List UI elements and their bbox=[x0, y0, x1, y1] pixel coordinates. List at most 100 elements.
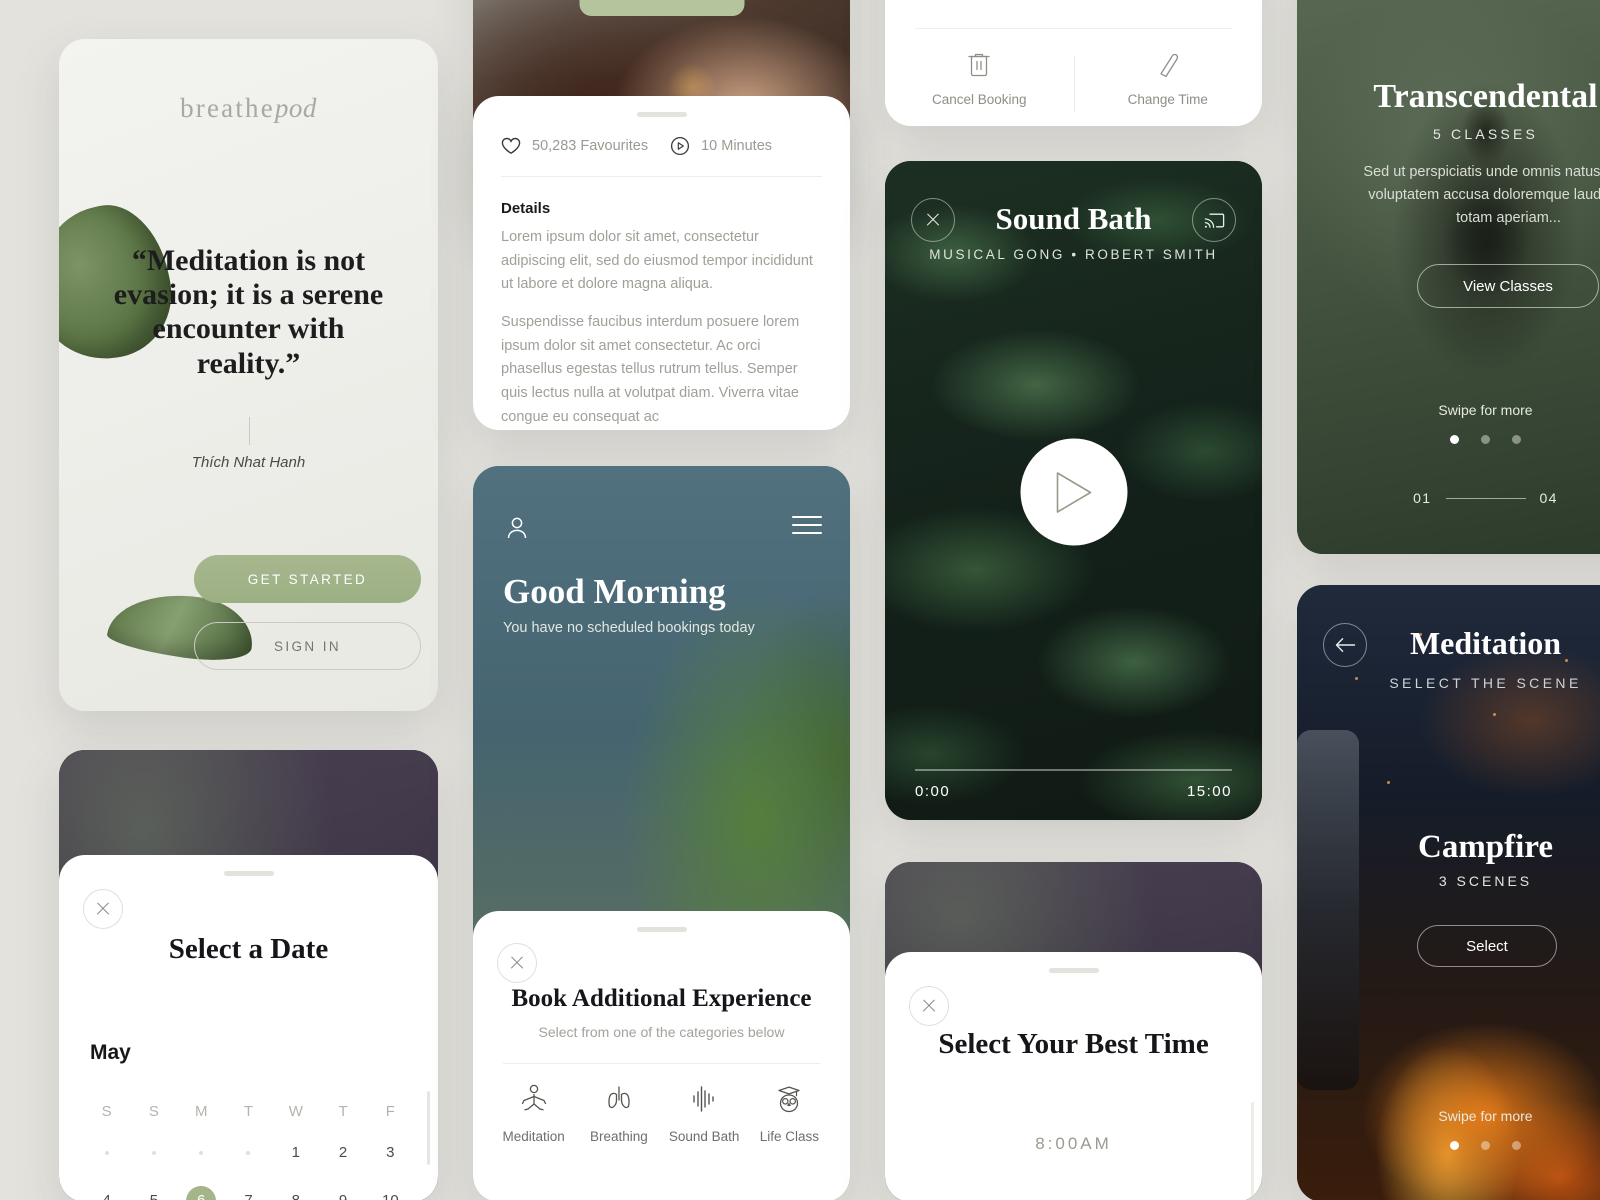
calendar-day[interactable]: 9 bbox=[319, 1186, 366, 1200]
scene-count: 3 SCENES bbox=[1438, 873, 1533, 889]
category-label: Sound Bath bbox=[668, 1129, 740, 1144]
player-time-total: 15:00 bbox=[1186, 783, 1232, 800]
change-time-action[interactable]: Change Time bbox=[1073, 50, 1263, 112]
sheet-grabber[interactable] bbox=[223, 871, 274, 876]
actions-row: Cancel Booking Change Time bbox=[885, 50, 1263, 112]
scene-swipe-label: Swipe for more bbox=[1438, 1108, 1533, 1124]
play-button[interactable] bbox=[1020, 438, 1127, 546]
calendar-day[interactable]: 5 bbox=[130, 1186, 177, 1200]
calendar-month-label: May bbox=[90, 1041, 131, 1064]
transcendental-class-count: 5 CLASSES bbox=[1432, 126, 1539, 142]
scene-page-subtitle: SELECT THE SCENE bbox=[1389, 675, 1582, 691]
quote-divider bbox=[248, 417, 250, 445]
category-row: Meditation Breathing Sound Bath Life Cla… bbox=[491, 1083, 832, 1144]
player-progress-track[interactable] bbox=[915, 769, 1232, 771]
calendar-grid: SSMTWTF123456789101112131415161718192021… bbox=[83, 1103, 414, 1200]
time-sheet: Select Your Best Time 8:00AM bbox=[885, 952, 1262, 1200]
selected-time-value[interactable]: 8:00AM bbox=[885, 1134, 1262, 1154]
home-good-morning-card: Good Morning You have no scheduled booki… bbox=[473, 466, 850, 1200]
transcendental-title: Transcendental bbox=[1373, 78, 1598, 115]
pagination-dot[interactable] bbox=[1481, 1141, 1490, 1150]
book-experience-sheet: Book Additional Experience Select from o… bbox=[473, 911, 850, 1200]
pencil-icon bbox=[1160, 53, 1178, 78]
book-button[interactable]: BOOK bbox=[579, 0, 744, 16]
details-paragraph-2: Suspendisse faucibus interdum posuere lo… bbox=[501, 314, 800, 425]
pagination-dot[interactable] bbox=[1512, 435, 1521, 444]
details-heading: Details bbox=[501, 200, 551, 217]
play-circle-icon bbox=[671, 136, 690, 156]
cancel-booking-action[interactable]: Cancel Booking bbox=[885, 50, 1074, 107]
select-scene-button[interactable]: Select bbox=[1417, 925, 1557, 967]
calendar-day[interactable]: 7 bbox=[225, 1186, 272, 1200]
ember-spark bbox=[1387, 781, 1390, 784]
sound-wave-icon bbox=[693, 1086, 714, 1112]
sheet-grabber[interactable] bbox=[636, 112, 687, 117]
calendar-day-of-week: W bbox=[288, 1103, 303, 1120]
greeting-title: Good Morning bbox=[503, 572, 726, 611]
hamburger-menu-icon[interactable] bbox=[792, 516, 822, 536]
pagination-dot[interactable] bbox=[1481, 435, 1490, 444]
brand-name-first: breathe bbox=[180, 93, 275, 123]
pagination-dot[interactable] bbox=[1450, 1141, 1459, 1150]
close-icon bbox=[921, 998, 937, 1014]
category-breathing[interactable]: Breathing bbox=[576, 1083, 661, 1144]
counter-total: 04 bbox=[1539, 490, 1558, 506]
sheet-grabber[interactable] bbox=[1048, 968, 1099, 973]
duration-meta: 10 Minutes bbox=[670, 136, 772, 156]
details-paragraph-1: Lorem ipsum dolor sit amet, consectetur … bbox=[501, 229, 813, 293]
category-life-class[interactable]: Life Class bbox=[747, 1083, 832, 1144]
calendar-day[interactable]: 3 bbox=[367, 1138, 414, 1168]
meta-divider bbox=[501, 176, 822, 177]
action-label: Change Time bbox=[1127, 92, 1208, 107]
book-sheet-close-button[interactable] bbox=[497, 943, 537, 983]
transcendental-counter: 01 04 bbox=[1297, 490, 1600, 506]
time-close-button[interactable] bbox=[909, 986, 949, 1026]
ember-spark bbox=[1493, 713, 1496, 716]
calendar-sheet: Select a Date May SSMTWTF123456789101112… bbox=[59, 855, 438, 1200]
calendar-day[interactable]: 8 bbox=[272, 1186, 319, 1200]
experience-details-card: 50,283 Favourites 10 Minutes Details Lor… bbox=[473, 96, 850, 430]
select-date-card: Select a Date May SSMTWTF123456789101112… bbox=[59, 750, 438, 1200]
calendar-day[interactable]: 2 bbox=[319, 1138, 366, 1168]
scene-thumbnail-previous[interactable] bbox=[1297, 730, 1359, 1090]
welcome-screen-card: breathepod “Meditation is not evasion; i… bbox=[59, 39, 438, 711]
pagination-dot[interactable] bbox=[1450, 435, 1459, 444]
calendar-close-button[interactable] bbox=[83, 889, 123, 929]
view-classes-button[interactable]: View Classes bbox=[1417, 264, 1599, 308]
transcendental-pagination-dots bbox=[1297, 435, 1600, 444]
calendar-day-of-week: M bbox=[194, 1103, 208, 1120]
screenshot-stage: breathepod “Meditation is not evasion; i… bbox=[0, 0, 1600, 1200]
calendar-day[interactable]: 4 bbox=[83, 1186, 130, 1200]
calendar-empty-cell bbox=[130, 1138, 177, 1168]
actions-divider bbox=[915, 28, 1232, 29]
counter-current: 01 bbox=[1413, 490, 1432, 506]
calendar-empty-cell bbox=[225, 1138, 272, 1168]
calendar-day-selected[interactable]: 6 bbox=[178, 1186, 225, 1200]
sign-in-button[interactable]: SIGN IN bbox=[194, 622, 421, 670]
player-subtitle: MUSICAL GONG • ROBERT SMITH bbox=[929, 247, 1218, 262]
pagination-dot[interactable] bbox=[1512, 1141, 1521, 1150]
meditation-scene-card: Meditation SELECT THE SCENE Campfire 3 S… bbox=[1297, 585, 1600, 1200]
category-label: Life Class bbox=[759, 1129, 820, 1144]
get-started-button[interactable]: GET STARTED bbox=[194, 555, 421, 603]
quote-author: Thích Nhat Hanh bbox=[191, 454, 306, 471]
duration-value: 10 Minutes bbox=[701, 138, 773, 154]
category-meditation[interactable]: Meditation bbox=[491, 1083, 576, 1144]
favourites-meta: 50,283 Favourites bbox=[501, 137, 648, 155]
sheet-grabber[interactable] bbox=[636, 927, 687, 932]
player-time-elapsed: 0:00 bbox=[915, 783, 951, 800]
transcendental-swipe-label: Swipe for more bbox=[1438, 402, 1533, 418]
close-icon bbox=[509, 955, 525, 971]
counter-bar bbox=[1445, 497, 1526, 499]
experience-meta-row: 50,283 Favourites 10 Minutes bbox=[501, 136, 822, 156]
calendar-day-of-week: T bbox=[243, 1103, 254, 1120]
greeting-subtitle: You have no scheduled bookings today bbox=[503, 620, 755, 636]
sound-bath-player-card: Sound Bath MUSICAL GONG • ROBERT SMITH 0… bbox=[885, 161, 1262, 820]
calendar-day[interactable]: 10 bbox=[367, 1186, 414, 1200]
category-sound-bath[interactable]: Sound Bath bbox=[662, 1083, 747, 1144]
trash-icon bbox=[968, 53, 990, 77]
profile-icon[interactable] bbox=[503, 514, 531, 542]
calendar-day[interactable]: 1 bbox=[272, 1138, 319, 1168]
select-time-card: Select Your Best Time 8:00AM bbox=[885, 862, 1262, 1200]
calendar-scrollbar[interactable] bbox=[427, 1091, 430, 1165]
